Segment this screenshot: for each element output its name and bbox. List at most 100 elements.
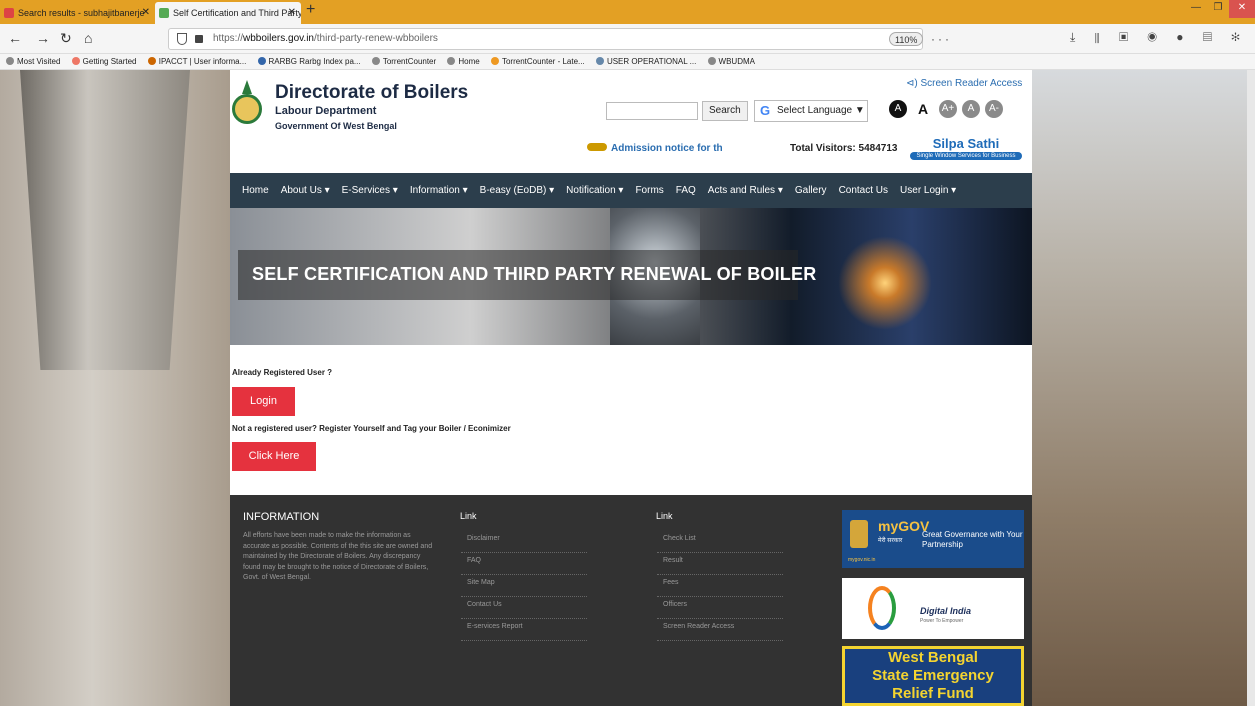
address-bar[interactable]: https://wbboilers.gov.in/third-party-ren… xyxy=(168,28,949,86)
tab-self-certification[interactable]: Self Certification and Third Party Re ✕ xyxy=(155,2,301,24)
mygov-hindi: मेरी सरकार xyxy=(878,538,903,544)
tab-search-results[interactable]: Search results - subhajitbanerje ✕ xyxy=(0,2,155,24)
menu-contact-us[interactable]: Contact Us xyxy=(839,185,888,196)
bookmark-item[interactable]: TorrentCounter xyxy=(371,57,436,66)
footer-link-contact[interactable]: Contact Us xyxy=(461,597,587,619)
close-window-icon[interactable]: ✕ xyxy=(1229,0,1255,18)
site-footer: INFORMATION All efforts have been made t… xyxy=(230,495,1032,706)
google-icon: G xyxy=(760,103,771,118)
silpa-sathi-logo[interactable]: Silpa Sathi Single Window Services for B… xyxy=(910,136,1022,160)
main-content: Already Registered User ? Login Not a re… xyxy=(230,345,1032,495)
screen-reader-link[interactable]: ⊲) Screen Reader Access xyxy=(906,78,1022,89)
register-button[interactable]: Click Here xyxy=(232,442,316,471)
menu-gallery[interactable]: Gallery xyxy=(795,185,827,196)
page-scrollbar[interactable] xyxy=(1247,70,1255,706)
footer-link-result[interactable]: Result xyxy=(657,553,783,575)
forward-icon[interactable]: → xyxy=(36,30,50,46)
gmail-icon xyxy=(4,8,14,18)
search-input[interactable] xyxy=(606,102,698,120)
banner-title: SELF CERTIFICATION AND THIRD PARTY RENEW… xyxy=(252,264,817,284)
footer-link-eservices-report[interactable]: E-services Report xyxy=(461,619,587,641)
menu-notification[interactable]: Notification ▾ xyxy=(566,185,623,196)
bookmark-item[interactable]: Most Visited xyxy=(6,57,60,66)
font-contrast-button[interactable]: A xyxy=(889,100,907,118)
menu-faq[interactable]: FAQ xyxy=(676,185,696,196)
menu-information[interactable]: Information ▾ xyxy=(410,185,468,196)
site-container: Directorate of Boilers Labour Department… xyxy=(230,70,1032,706)
site-title[interactable]: Directorate of Boilers xyxy=(275,82,468,104)
wb-relief-fund-banner[interactable]: West Bengal State Emergency Relief Fund xyxy=(842,646,1024,706)
already-registered-label: Already Registered User ? xyxy=(232,368,333,377)
digital-india-logo-icon xyxy=(868,586,896,630)
footer-info-title: INFORMATION xyxy=(243,511,320,523)
search-button[interactable]: Search xyxy=(702,101,748,121)
background-image-right xyxy=(1032,70,1255,706)
footer-info-text: All efforts have been made to make the i… xyxy=(243,532,433,581)
department-name: Labour Department xyxy=(275,105,377,117)
font-normal-button[interactable]: A xyxy=(914,100,932,118)
font-decrease-button[interactable]: A- xyxy=(985,100,1003,118)
shield-icon xyxy=(177,33,187,45)
reload-icon[interactable]: ↻ xyxy=(60,30,72,47)
menu-acts-and-rules[interactable]: Acts and Rules ▾ xyxy=(708,185,783,196)
maximize-icon[interactable]: ❐ xyxy=(1207,0,1229,18)
site-header: Directorate of Boilers Labour Department… xyxy=(230,70,1032,173)
close-tab-icon[interactable]: ✕ xyxy=(142,2,150,24)
emblem-logo xyxy=(230,80,266,124)
not-registered-label: Not a registered user? Register Yourself… xyxy=(232,424,511,433)
page-banner: SELF CERTIFICATION AND THIRD PARTY RENEW… xyxy=(230,208,1032,345)
language-select[interactable]: G Select Language ▼ xyxy=(754,100,868,122)
footer-link-fees[interactable]: Fees xyxy=(657,575,783,597)
emblem-icon xyxy=(850,520,868,548)
url-prefix: https:// xyxy=(213,33,244,44)
site-favicon-icon xyxy=(159,8,169,18)
cooling-tower xyxy=(20,70,190,370)
url-domain: wbboilers.gov.in xyxy=(243,33,314,44)
bookmark-item[interactable]: IPACCT | User informa... xyxy=(147,57,246,66)
admission-ticker[interactable]: Admission notice for th xyxy=(587,143,723,154)
menu-b-easy[interactable]: B-easy (EoDB) ▾ xyxy=(480,185,555,196)
bookmark-item[interactable]: Home xyxy=(447,57,480,66)
login-button[interactable]: Login xyxy=(232,387,295,416)
welding-spark-image xyxy=(830,228,940,338)
footer-link-sitemap[interactable]: Site Map xyxy=(461,575,587,597)
url-path: /third-party-renew-wbboilers xyxy=(313,33,438,44)
mygov-url: mygov.nic.in xyxy=(848,557,876,563)
visitor-count: Total Visitors: 5484713 xyxy=(790,143,898,154)
footer-link-faq[interactable]: FAQ xyxy=(461,553,587,575)
close-tab-icon[interactable]: ✕ xyxy=(288,2,296,24)
mygov-tagline: Great Governance with Your Partnership xyxy=(922,530,1023,549)
menu-forms[interactable]: Forms xyxy=(635,185,663,196)
new-tab-button[interactable]: + xyxy=(306,1,315,19)
bookmark-item[interactable]: Getting Started xyxy=(71,57,136,66)
footer-link-officers[interactable]: Officers xyxy=(657,597,783,619)
toolbar-extension-icons[interactable]: ⤓ ⦀ ▣ ◉ ● ▤ ✻ ☰ xyxy=(1070,30,1255,45)
browser-tab-bar: Search results - subhajitbanerje ✕ Self … xyxy=(0,0,1255,24)
mygov-banner[interactable]: myGOV मेरी सरकार Great Governance with Y… xyxy=(842,510,1024,568)
menu-about-us[interactable]: About Us ▾ xyxy=(281,185,330,196)
page-viewport: Directorate of Boilers Labour Department… xyxy=(0,70,1255,706)
window-controls: — ❐ ✕ xyxy=(1185,0,1255,18)
footer-links-title: Link xyxy=(460,511,477,521)
menu-home[interactable]: Home xyxy=(242,185,269,196)
home-icon[interactable]: ⌂ xyxy=(84,30,92,46)
font-default-button[interactable]: A xyxy=(962,100,980,118)
minimize-icon[interactable]: — xyxy=(1185,0,1207,18)
digital-india-title: Digital India xyxy=(920,606,972,616)
bookmark-item[interactable]: RARBG Rarbg Index pa... xyxy=(257,57,361,66)
zoom-level[interactable]: 110% xyxy=(889,32,924,46)
font-increase-button[interactable]: A+ xyxy=(939,100,957,118)
menu-user-login[interactable]: User Login ▾ xyxy=(900,185,956,196)
bookmark-item[interactable]: TorrentCounter - Late... xyxy=(490,57,585,66)
footer-links-col1: Disclaimer FAQ Site Map Contact Us E-ser… xyxy=(461,531,587,641)
digital-india-banner[interactable]: Digital India Power To Empower xyxy=(842,578,1024,639)
footer-link-screen-reader[interactable]: Screen Reader Access xyxy=(657,619,783,641)
back-icon[interactable]: ← xyxy=(8,30,22,46)
digital-india-sub: Power To Empower xyxy=(920,618,964,624)
background-image-left xyxy=(0,70,230,706)
bookmark-item[interactable]: USER OPERATIONAL ... xyxy=(595,57,696,66)
footer-link-checklist[interactable]: Check List xyxy=(657,531,783,553)
footer-link-disclaimer[interactable]: Disclaimer xyxy=(461,531,587,553)
menu-e-services[interactable]: E-Services ▾ xyxy=(342,185,398,196)
bookmark-item[interactable]: WBUDMA xyxy=(707,57,755,66)
